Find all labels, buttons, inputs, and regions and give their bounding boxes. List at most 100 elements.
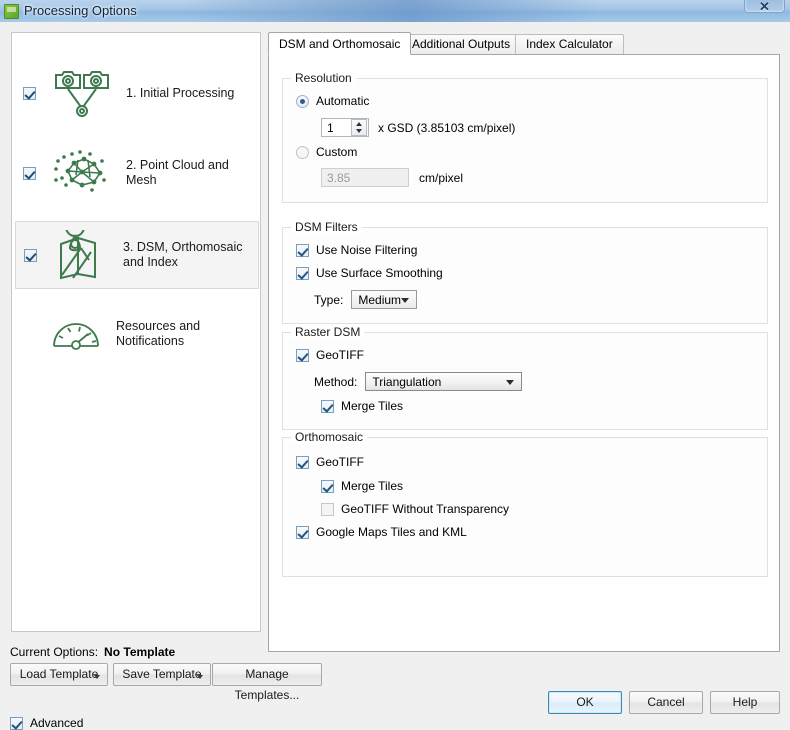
close-icon: ✕ xyxy=(759,0,770,14)
use-noise-filtering-label: Use Noise Filtering xyxy=(316,243,418,257)
automatic-radio-row[interactable]: Automatic xyxy=(296,94,369,108)
raster-dsm-geotiff-row[interactable]: GeoTIFF xyxy=(296,348,364,362)
google-maps-tiles-kml-checkbox[interactable] xyxy=(296,525,309,539)
current-options-label: Current Options: xyxy=(10,645,99,659)
sidebar-checkbox-dsm-orthomosaic-and-index[interactable] xyxy=(24,248,37,262)
window-title: Processing Options xyxy=(24,3,137,18)
sidebar-item-dsm-orthomosaic-and-index[interactable]: 3. DSM, Orthomosaic and Index xyxy=(15,221,259,289)
custom-value-row: 3.85 cm/pixel xyxy=(321,168,463,187)
sidebar-item-label: Resources and Notifications xyxy=(116,319,201,348)
gauge-icon xyxy=(50,314,102,354)
smoothing-type-value: Medium xyxy=(358,292,402,307)
custom-unit-label: cm/pixel xyxy=(419,170,464,185)
dsm-filters-group: DSM Filters Use Noise Filtering Use Surf… xyxy=(282,220,768,324)
orthomosaic-geotiff-row[interactable]: GeoTIFF xyxy=(296,455,364,469)
window-titlebar: Processing Options ✕ xyxy=(0,0,790,22)
sidebar-item-initial-processing[interactable]: 1. Initial Processing xyxy=(15,63,259,123)
orthomosaic-merge-tiles-row[interactable]: Merge Tiles xyxy=(321,479,403,493)
orthomosaic-group-title: Orthomosaic xyxy=(291,430,368,444)
orthomosaic-merge-tiles-checkbox[interactable] xyxy=(321,479,334,493)
raster-dsm-group-title: Raster DSM xyxy=(291,325,365,339)
advanced-label: Advanced xyxy=(30,716,84,730)
custom-label: Custom xyxy=(316,145,358,159)
raster-dsm-geotiff-label: GeoTIFF xyxy=(316,348,365,362)
cancel-button[interactable]: Cancel xyxy=(629,691,703,714)
sidebar-item-resources-and-notifications[interactable]: Resources and Notifications xyxy=(15,311,259,357)
use-surface-smoothing-row[interactable]: Use Surface Smoothing xyxy=(296,266,443,280)
geotiff-without-transparency-checkbox[interactable] xyxy=(321,502,334,516)
tab-additional-outputs[interactable]: Additional Outputs xyxy=(401,34,522,54)
manage-templates-button[interactable]: Manage Templates... xyxy=(212,663,322,702)
close-button[interactable]: ✕ xyxy=(744,0,785,14)
geotiff-without-transparency-label: GeoTIFF Without Transparency xyxy=(341,502,510,516)
raster-dsm-method-label: Method: xyxy=(314,374,358,389)
chevron-down-icon xyxy=(197,675,203,679)
tab-label: DSM and Orthomosaic xyxy=(279,37,401,51)
sidebar-checkbox-initial-processing[interactable] xyxy=(23,86,36,100)
cancel-label: Cancel xyxy=(647,695,685,709)
advanced-row[interactable]: Advanced xyxy=(10,716,83,730)
dsm-and-orthomosaic-panel: Resolution Automatic 1 x GSD (3.85103 cm… xyxy=(268,54,780,652)
use-surface-smoothing-checkbox[interactable] xyxy=(296,266,309,280)
raster-dsm-method-select[interactable]: Triangulation xyxy=(365,372,523,391)
ok-button[interactable]: OK xyxy=(548,691,622,714)
current-options: Current Options: No Template xyxy=(10,645,175,659)
tab-label: Additional Outputs xyxy=(412,37,511,51)
automatic-label: Automatic xyxy=(316,94,370,108)
map-pin-icon xyxy=(51,230,109,280)
raster-dsm-merge-tiles-checkbox[interactable] xyxy=(321,399,334,413)
steps-sidebar: 1. Initial Processing 2. Point Cloud and… xyxy=(11,32,261,632)
sidebar-checkbox-point-cloud-and-mesh[interactable] xyxy=(23,166,36,180)
tabstrip: DSM and Orthomosaic Additional Outputs I… xyxy=(268,32,780,55)
save-template-button[interactable]: Save Template xyxy=(113,663,211,686)
sidebar-item-label: 2. Point Cloud and Mesh xyxy=(126,158,229,187)
dsm-filters-group-title: DSM Filters xyxy=(291,220,362,234)
tab-dsm-and-orthomosaic[interactable]: DSM and Orthomosaic xyxy=(268,32,412,55)
automatic-radio[interactable] xyxy=(296,94,309,108)
orthomosaic-geotiff-checkbox[interactable] xyxy=(296,455,309,469)
orthomosaic-group: Orthomosaic GeoTIFF Merge Tiles GeoTIFF … xyxy=(282,430,768,577)
chevron-down-icon xyxy=(94,675,100,679)
tab-index-calculator[interactable]: Index Calculator xyxy=(515,34,624,54)
custom-radio-row[interactable]: Custom xyxy=(296,145,357,159)
advanced-checkbox[interactable] xyxy=(10,716,23,730)
raster-dsm-merge-tiles-label: Merge Tiles xyxy=(341,399,404,413)
sidebar-item-label: 3. DSM, Orthomosaic and Index xyxy=(123,240,243,269)
smoothing-type-label: Type: xyxy=(314,292,344,307)
custom-resolution-input[interactable]: 3.85 xyxy=(321,168,409,187)
point-cloud-mesh-icon xyxy=(50,147,112,199)
tab-label: Index Calculator xyxy=(526,37,613,51)
sidebar-item-label: 1. Initial Processing xyxy=(126,85,235,100)
sidebar-item-point-cloud-and-mesh[interactable]: 2. Point Cloud and Mesh xyxy=(15,143,259,203)
raster-dsm-method-row: Method: Triangulation xyxy=(314,372,523,391)
gsd-multiplier-stepper[interactable]: 1 xyxy=(321,118,369,137)
use-surface-smoothing-label: Use Surface Smoothing xyxy=(316,266,443,280)
raster-dsm-merge-tiles-row[interactable]: Merge Tiles xyxy=(321,399,403,413)
chevron-down-icon xyxy=(506,380,515,385)
google-maps-tiles-kml-row[interactable]: Google Maps Tiles and KML xyxy=(296,525,467,539)
save-template-label: Save Template xyxy=(122,667,202,681)
raster-dsm-group: Raster DSM GeoTIFF Method: Triangulation… xyxy=(282,325,768,430)
use-noise-filtering-row[interactable]: Use Noise Filtering xyxy=(296,243,417,257)
help-label: Help xyxy=(732,695,758,709)
orthomosaic-merge-tiles-label: Merge Tiles xyxy=(341,479,404,493)
two-cameras-icon xyxy=(50,67,112,119)
help-button[interactable]: Help xyxy=(710,691,780,714)
geotiff-without-transparency-row[interactable]: GeoTIFF Without Transparency xyxy=(321,502,509,516)
use-noise-filtering-checkbox[interactable] xyxy=(296,243,309,257)
dialog-body: 1. Initial Processing 2. Point Cloud and… xyxy=(0,22,790,730)
custom-radio[interactable] xyxy=(296,145,309,159)
gsd-suffix-label: x GSD (3.85103 cm/pixel) xyxy=(378,120,516,135)
current-options-value: No Template xyxy=(104,645,176,659)
resolution-group: Resolution Automatic 1 x GSD (3.85103 cm… xyxy=(282,71,768,203)
load-template-button[interactable]: Load Template xyxy=(10,663,108,686)
app-icon xyxy=(4,4,19,19)
spinner-arrows-icon[interactable] xyxy=(351,119,367,136)
resolution-group-title: Resolution xyxy=(291,71,356,85)
titlebar-sheen xyxy=(180,0,600,22)
smoothing-type-row: Type: Medium xyxy=(314,290,418,309)
smoothing-type-select[interactable]: Medium xyxy=(351,290,418,309)
raster-dsm-geotiff-checkbox[interactable] xyxy=(296,348,309,362)
gsd-multiplier-value: 1 xyxy=(327,120,334,135)
gsd-multiplier-row: 1 x GSD (3.85103 cm/pixel) xyxy=(321,118,515,137)
